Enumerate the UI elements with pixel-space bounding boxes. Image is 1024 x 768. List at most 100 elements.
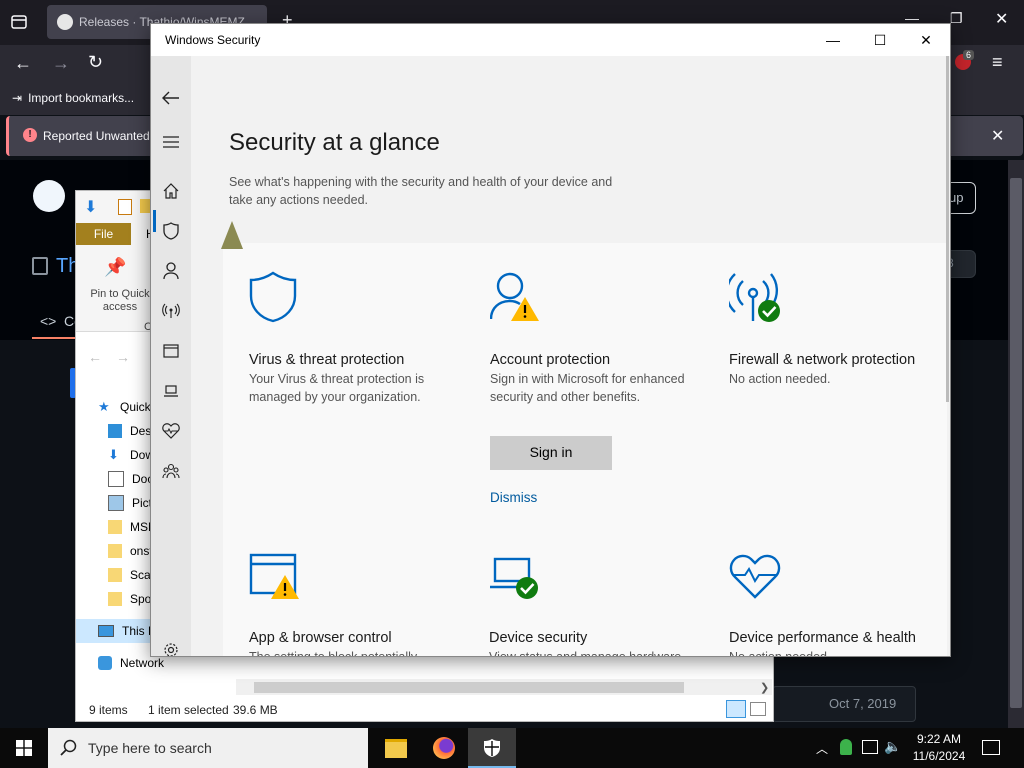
- sign-up-label: up: [949, 190, 964, 205]
- settings-gear-icon[interactable]: [151, 632, 191, 656]
- taskbar-clock[interactable]: 9:22 AM 11/6/2024: [906, 731, 972, 765]
- scroll-right-icon[interactable]: ❯: [760, 681, 769, 694]
- start-button[interactable]: [0, 728, 48, 768]
- dismiss-link[interactable]: Dismiss: [490, 490, 537, 505]
- folder-icon: [108, 568, 122, 582]
- network-icon[interactable]: [862, 740, 878, 754]
- tab-list-icon[interactable]: [10, 13, 28, 31]
- nav-item-pictures[interactable]: Pict: [108, 491, 152, 515]
- nav-item-folder[interactable]: onst: [108, 539, 153, 563]
- nav-item-label: Spo: [130, 592, 152, 606]
- action-center-icon[interactable]: [982, 740, 1000, 755]
- device-security-icon[interactable]: [151, 373, 191, 409]
- maximize-button[interactable]: ☐: [857, 24, 903, 56]
- home-icon[interactable]: [151, 173, 191, 209]
- hamburger-menu-icon[interactable]: [151, 124, 191, 160]
- nav-item-downloads[interactable]: ⬇ Dow: [108, 443, 154, 467]
- card-title: Virus & threat protection: [249, 352, 405, 368]
- notification-text: Reported Unwanted: [43, 129, 150, 143]
- card-firewall-network-protection[interactable]: Firewall & network protection No action …: [725, 271, 950, 389]
- main-content: Security at a glance See what's happenin…: [191, 56, 950, 656]
- back-arrow-icon[interactable]: [151, 80, 191, 116]
- status-bar: 9 items 1 item selected 39.6 MB: [76, 695, 773, 721]
- security-shield-icon: [484, 739, 500, 757]
- back-arrow-icon[interactable]: ←: [14, 53, 32, 74]
- browser-restore-button[interactable]: ❐: [950, 10, 963, 27]
- reload-icon[interactable]: ↻: [88, 52, 103, 73]
- vertical-scrollbar[interactable]: [946, 56, 949, 402]
- search-icon: [60, 739, 77, 756]
- card-description: No action needed.: [729, 372, 831, 386]
- nav-item-label: Network: [120, 656, 165, 670]
- title-bar[interactable]: Windows Security — ☐ ✕: [151, 24, 950, 56]
- shield-icon[interactable]: [151, 213, 191, 249]
- pin-to-quick-access-label[interactable]: Pin to Quick access: [81, 288, 159, 314]
- pin-icon[interactable]: 📌: [104, 257, 126, 278]
- card-title: Account protection: [490, 352, 611, 368]
- app-browser-icon[interactable]: [151, 333, 191, 369]
- card-app-browser-control[interactable]: App & browser control The setting to blo…: [249, 553, 474, 656]
- clock-time: 9:22 AM: [916, 732, 962, 746]
- family-options-icon[interactable]: [151, 453, 191, 489]
- horizontal-scroll-thumb[interactable]: [254, 682, 684, 693]
- card-description: No action needed.: [729, 650, 831, 657]
- nav-item-quick-access[interactable]: ★ Quick: [98, 395, 151, 419]
- github-logo-icon[interactable]: [33, 180, 65, 212]
- extension-badge: 6: [963, 50, 975, 60]
- folder-icon: [108, 592, 122, 606]
- minimize-button[interactable]: —: [810, 24, 856, 56]
- device-security-ok-icon: [490, 557, 538, 599]
- release-date: Oct 7, 2019: [829, 696, 897, 711]
- taskbar-windows-security[interactable]: [468, 728, 516, 768]
- browser-scroll-thumb[interactable]: [1010, 178, 1022, 708]
- release-date-box: Oct 7, 2019: [772, 686, 916, 722]
- quick-access-down-icon[interactable]: ⬇: [84, 197, 97, 217]
- browser-close-button[interactable]: ✕: [995, 9, 1008, 29]
- windows-security-window: Windows Security — ☐ ✕ Security at a gla…: [150, 23, 951, 657]
- this-pc-icon: [98, 625, 114, 637]
- forward-arrow-icon[interactable]: →: [116, 349, 130, 365]
- nav-item-documents[interactable]: Doc: [108, 467, 153, 491]
- import-bookmarks[interactable]: ⇥ Import bookmarks...: [12, 91, 134, 105]
- card-virus-threat-protection[interactable]: Virus & threat protection Your Virus & t…: [249, 271, 474, 406]
- volume-icon[interactable]: 🔈: [884, 738, 901, 755]
- card-device-performance-health[interactable]: Device performance & health No action ne…: [729, 553, 950, 657]
- taskbar-file-explorer[interactable]: [372, 728, 420, 768]
- properties-icon[interactable]: [118, 199, 132, 215]
- menu-icon[interactable]: ≡: [992, 52, 1003, 73]
- firewall-network-icon[interactable]: [151, 293, 191, 329]
- health-icon[interactable]: [151, 413, 191, 449]
- nav-item-label: Pict: [132, 496, 153, 510]
- code-tab-underline: [32, 337, 75, 339]
- nav-item-folder[interactable]: Spo: [108, 587, 151, 611]
- folder-icon: [108, 520, 122, 534]
- back-arrow-icon[interactable]: ←: [88, 349, 102, 365]
- documents-icon: [108, 471, 124, 487]
- show-hidden-icons-icon[interactable]: ︿: [816, 740, 828, 757]
- taskbar: Type here to search ︿ 🔈 9:22 AM 11/6/202…: [0, 728, 1024, 768]
- taskbar-search[interactable]: Type here to search: [48, 728, 368, 768]
- cards-panel: Virus & threat protection Your Virus & t…: [223, 243, 947, 656]
- search-placeholder: Type here to search: [88, 740, 212, 756]
- notification-close-icon[interactable]: ✕: [991, 126, 1004, 146]
- card-device-security[interactable]: Device security View status and manage h…: [489, 553, 714, 657]
- card-account-protection[interactable]: Account protection Sign in with Microsof…: [489, 271, 715, 406]
- alert-icon: !: [23, 128, 37, 142]
- account-warning-icon: [489, 272, 539, 321]
- close-button[interactable]: ✕: [903, 24, 949, 56]
- desktop-mascot-icon: [221, 221, 243, 249]
- account-icon[interactable]: [151, 253, 191, 289]
- file-tab[interactable]: File: [76, 223, 131, 245]
- card-description: View status and manage hardware security…: [489, 650, 682, 657]
- nav-item-label: Quick: [120, 400, 151, 414]
- people-icon[interactable]: [840, 739, 852, 755]
- import-bookmarks-label: Import bookmarks...: [28, 91, 135, 105]
- file-explorer-icon: [385, 738, 407, 758]
- details-view-icon[interactable]: [726, 700, 746, 718]
- large-icons-view-icon[interactable]: [750, 702, 766, 716]
- taskbar-firefox[interactable]: [420, 728, 468, 768]
- sign-in-button[interactable]: Sign in: [490, 436, 612, 470]
- forward-arrow-icon[interactable]: →: [52, 53, 70, 74]
- nav-item-folder[interactable]: Scar: [108, 563, 155, 587]
- code-tab-icon: <>: [40, 313, 57, 329]
